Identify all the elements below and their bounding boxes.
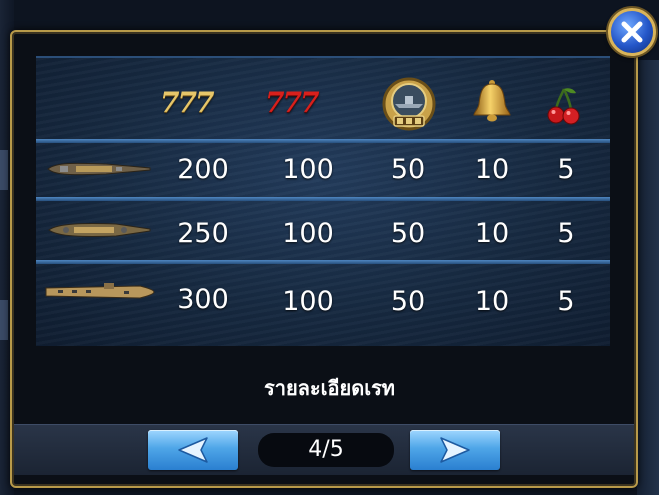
battleship-icon xyxy=(48,223,151,237)
payout-cell: 5 xyxy=(557,154,575,185)
payout-cell: 5 xyxy=(557,286,575,317)
payout-cell: 50 xyxy=(390,286,426,317)
payout-cell: 200 xyxy=(177,154,229,185)
gold-777-symbol: 777 xyxy=(160,86,214,119)
aircraft-carrier-icon xyxy=(45,283,155,299)
background-panel-right xyxy=(637,60,659,495)
payout-cell: 100 xyxy=(282,154,334,185)
arrow-right-icon xyxy=(440,437,470,463)
bell-icon xyxy=(473,80,511,122)
payout-cell: 100 xyxy=(282,218,334,249)
next-page-button[interactable] xyxy=(410,430,500,470)
payout-cell: 50 xyxy=(390,154,426,185)
payout-cell: 100 xyxy=(282,286,334,317)
bonus-coin-icon xyxy=(382,77,436,131)
row-divider xyxy=(36,197,610,201)
row-divider xyxy=(36,260,610,264)
small-ship-icon xyxy=(47,162,151,176)
row-divider xyxy=(36,139,610,143)
arrow-left-icon xyxy=(178,437,208,463)
paytable-title: รายละเอียดเรท xyxy=(263,376,395,400)
payout-cell: 250 xyxy=(177,218,229,249)
close-button[interactable] xyxy=(608,8,656,56)
payout-cell: 5 xyxy=(557,218,575,249)
background-tab xyxy=(0,300,8,340)
cherry-icon xyxy=(547,88,580,125)
payout-cell: 300 xyxy=(177,284,229,315)
page-indicator: 4/5 xyxy=(258,433,394,467)
close-icon xyxy=(621,21,643,43)
background-tab xyxy=(0,150,8,190)
red-777-symbol: 777 xyxy=(265,86,319,119)
prev-page-button[interactable] xyxy=(148,430,238,470)
payout-cell: 50 xyxy=(390,218,426,249)
